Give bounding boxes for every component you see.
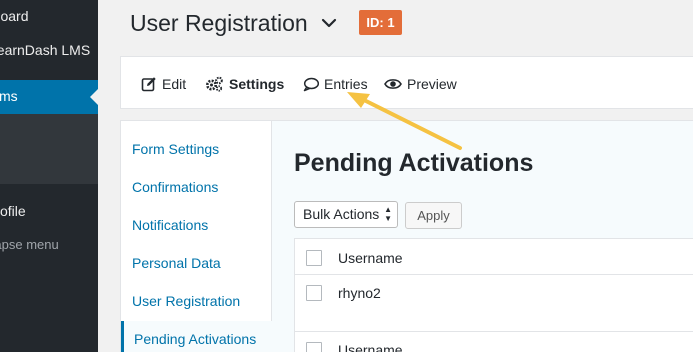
apply-button[interactable]: Apply <box>405 202 462 229</box>
row-checkbox[interactable] <box>306 285 322 301</box>
sidebar-item-label: Profile <box>0 203 26 219</box>
divider <box>295 274 693 275</box>
tab-entries[interactable]: Entries <box>303 74 368 94</box>
pending-activations-panel: Pending Activations Bulk Actions ▲ ▼ Appl… <box>272 120 693 352</box>
section-title: Pending Activations <box>294 149 534 177</box>
edit-icon <box>141 77 156 92</box>
sidebar-item-learndash[interactable]: LearnDash LMS <box>0 42 98 62</box>
form-tabs: Edit Settings Entries Preview <box>120 56 693 109</box>
gears-icon <box>206 76 223 92</box>
sidebar-item-profile[interactable]: Profile <box>0 203 98 223</box>
settings-nav: Form Settings Confirmations Notification… <box>120 120 272 352</box>
page-title: User Registration <box>130 10 308 36</box>
tab-settings[interactable]: Settings <box>205 74 284 94</box>
sidebar-item-forms[interactable]: Forms <box>0 80 98 114</box>
tab-label: Settings <box>229 76 285 92</box>
tab-label: Preview <box>407 76 457 92</box>
nav-item-personal-data[interactable]: Personal Data <box>132 255 221 271</box>
bulk-actions-value: Bulk Actions <box>303 206 380 222</box>
table-row-username: rhyno2 <box>338 285 381 301</box>
form-id-badge: ID: 1 <box>359 10 402 35</box>
nav-item-user-registration[interactable]: User Registration <box>132 293 240 309</box>
divider <box>295 331 693 332</box>
select-all-checkbox-footer[interactable] <box>306 342 322 352</box>
nav-item-form-settings[interactable]: Form Settings <box>132 141 219 157</box>
eye-icon <box>384 79 402 89</box>
sidebar-item-dashboard[interactable]: Dashboard <box>0 8 98 28</box>
chevron-down-icon[interactable] <box>320 14 338 32</box>
sidebar-item-label: LearnDash LMS <box>0 42 91 58</box>
speech-bubble-icon <box>303 77 319 91</box>
sidebar-item-label: Forms <box>0 88 18 104</box>
column-footer-username[interactable]: Username <box>338 342 403 352</box>
bulk-actions-select[interactable]: Bulk Actions ▲ ▼ <box>294 201 398 228</box>
collapse-menu-button[interactable]: Collapse menu <box>0 237 98 255</box>
sidebar-submenu <box>0 114 98 184</box>
nav-item-notifications[interactable]: Notifications <box>132 217 208 233</box>
tab-label: Entries <box>324 76 368 92</box>
activations-table: Username rhyno2 Username <box>294 238 693 352</box>
nav-item-confirmations[interactable]: Confirmations <box>132 179 218 195</box>
select-arrows-icon: ▲ ▼ <box>384 205 392 223</box>
tab-preview[interactable]: Preview <box>384 74 457 94</box>
admin-sidebar: Dashboard LearnDash LMS Forms Profile Co… <box>0 0 98 352</box>
sidebar-item-label: Dashboard <box>0 8 29 24</box>
sidebar-item-label: Collapse menu <box>0 237 59 252</box>
select-all-checkbox[interactable] <box>306 250 322 266</box>
column-header-username[interactable]: Username <box>338 250 403 266</box>
tab-label: Edit <box>162 76 187 92</box>
nav-item-pending-activations[interactable]: Pending Activations <box>121 321 272 352</box>
tab-edit[interactable]: Edit <box>141 74 186 94</box>
